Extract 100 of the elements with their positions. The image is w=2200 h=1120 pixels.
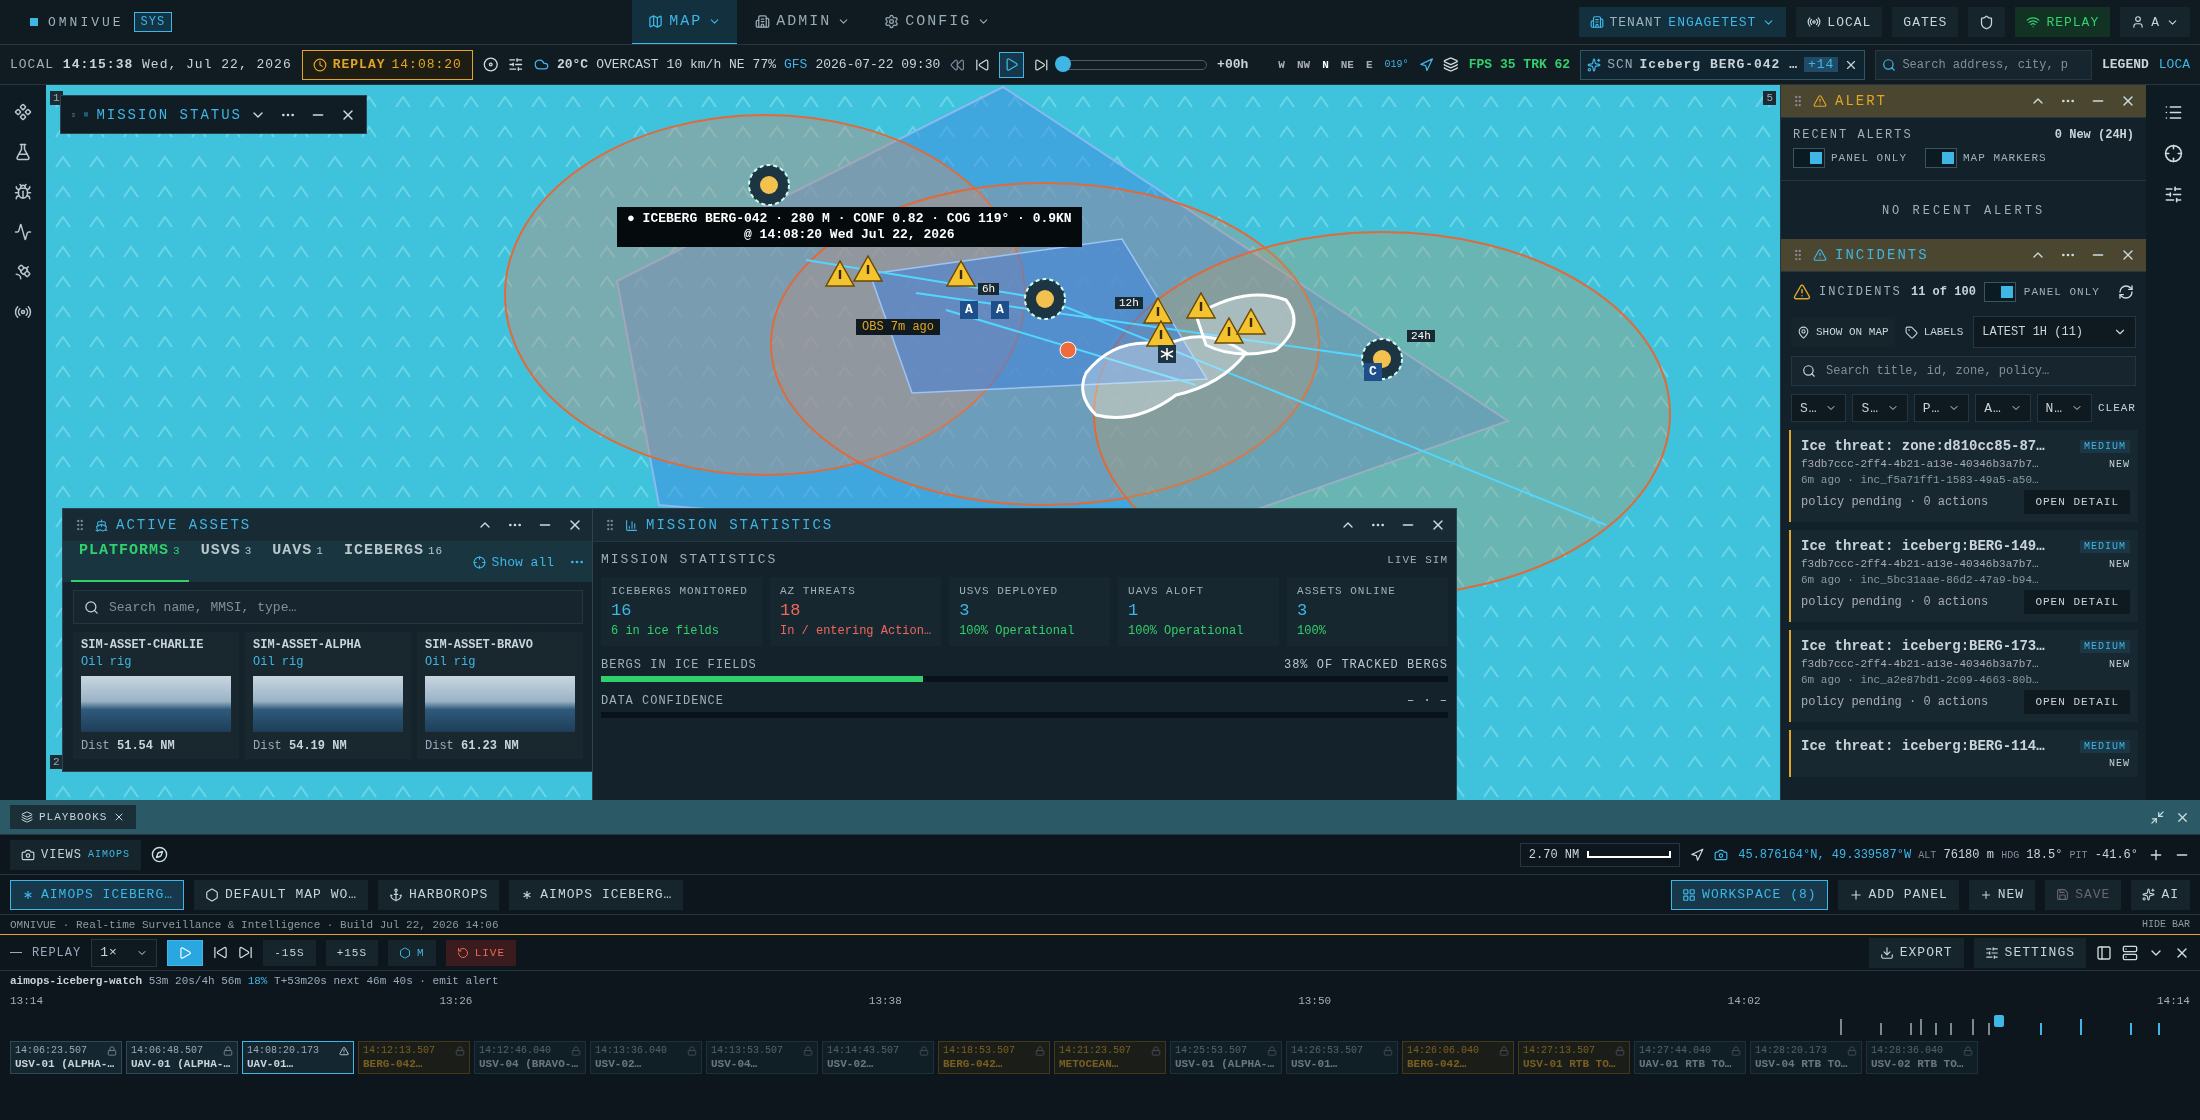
incident-search-field[interactable]: Search title, id, zone, policy… — [1824, 363, 2125, 379]
add-panel-button[interactable]: ADD PANEL — [1837, 879, 1959, 910]
workspace-tab[interactable]: DEFAULT MAP WO… — [194, 879, 369, 910]
speed-select[interactable]: 1× — [91, 938, 158, 967]
live-button[interactable]: LIVE — [445, 939, 517, 966]
ai-button[interactable]: AI — [2131, 879, 2190, 910]
asset-tab[interactable]: UAVS 1 — [264, 542, 332, 582]
compass-icon[interactable] — [151, 846, 169, 863]
show-all-button[interactable]: Show all — [461, 547, 565, 577]
replay-time-button[interactable]: REPLAY 14:08:20 — [301, 49, 473, 80]
asset-search-field[interactable]: Search name, MMSI, type… — [73, 590, 583, 624]
incident-search-field[interactable]: Search title, id, zone, policy… — [1791, 356, 2136, 386]
nav-tab[interactable]: CONFIG — [868, 0, 1007, 44]
gates-button[interactable]: GATES — [1892, 7, 1959, 37]
timeline-event[interactable]: 14:28:20.173 USV-04 RTB TO… — [1750, 1041, 1862, 1074]
refresh-icon[interactable] — [2118, 284, 2134, 300]
labels-button[interactable]: LABELS — [1898, 317, 1970, 347]
open-detail-button[interactable]: OPEN DETAIL — [2024, 690, 2130, 714]
timeline-event[interactable]: 14:28:36.040 USV-02 RTB TO… — [1866, 1041, 1978, 1074]
timeline-event[interactable]: 14:14:43.507 USV-02… — [822, 1041, 934, 1074]
forward-button[interactable]: +15S — [325, 939, 379, 966]
asset-card[interactable]: SIM-ASSET-BRAVO Oil rig Dist 61.23 NM — [417, 632, 583, 759]
toggle-switch[interactable] — [1983, 282, 2016, 302]
incident-card[interactable]: Ice threat: iceberg:BERG-149… MEDIUM f3db7ccc-2ff4-4b21-a13e-40346b3a7b7… NEW 6m ago · inc_5bc31aae-86d2-47a9-b94… policy pending · 0 actions OPEN DETAIL — [1789, 530, 2138, 622]
range-select[interactable]: LATEST 1H (11) — [1973, 316, 2136, 348]
timeline-event[interactable]: 14:13:36.040 USV-02… — [590, 1041, 702, 1074]
address-search-field[interactable]: Search address, city, p — [1900, 56, 2085, 73]
back-button[interactable]: -15S — [263, 939, 316, 966]
legend-button[interactable]: LEGEND — [2102, 57, 2149, 72]
toggle-switch[interactable] — [1793, 148, 1825, 168]
timeline-event[interactable]: 14:27:44.040 UAV-01 RTB TO… — [1634, 1041, 1746, 1074]
asset-label[interactable]: A — [960, 301, 978, 319]
open-detail-button[interactable]: OPEN DETAIL — [2024, 490, 2130, 514]
play-button[interactable] — [999, 51, 1025, 78]
clear-button[interactable]: CLEAR — [2097, 402, 2136, 414]
rewind-icon[interactable] — [950, 56, 965, 73]
tenant-button[interactable]: TENANT ENGAGETEST — [1578, 7, 1787, 37]
nav-tab[interactable]: MAP — [632, 0, 738, 44]
timeline-event[interactable]: 14:06:48.507 UAV-01 (ALPHA-… — [126, 1041, 238, 1074]
sliders-icon[interactable] — [2163, 185, 2183, 204]
filter-icon[interactable] — [508, 56, 524, 73]
workspace-button[interactable]: WORKSPACE (8) — [1671, 879, 1828, 910]
asset-tab[interactable]: PLATFORMS 3 — [71, 542, 189, 582]
asset-label[interactable]: C — [1364, 363, 1382, 381]
timeline-event[interactable]: 14:25:53.507 USV-01 (ALPHA-… — [1170, 1041, 1282, 1074]
play-button[interactable] — [167, 939, 204, 966]
asset-card[interactable]: SIM-ASSET-CHARLIE Oil rig Dist 51.54 NM — [73, 632, 239, 759]
asset-label[interactable]: A — [991, 301, 1009, 319]
radio-icon[interactable] — [14, 303, 32, 321]
asset-search-field[interactable]: Search name, MMSI, type… — [107, 598, 572, 616]
layout-icon[interactable] — [2122, 944, 2138, 961]
incident-card[interactable]: Ice threat: iceberg:BERG-114… MEDIUM NEW — [1789, 730, 2138, 777]
filter-select[interactable]: S… — [1852, 394, 1908, 422]
network-icon[interactable] — [14, 103, 32, 121]
incident-card[interactable]: Ice threat: iceberg:BERG-173… MEDIUM f3db7ccc-2ff4-4b21-a13e-40346b3a7b7… NEW 6m ago · inc_a2e87bd1-2c09-4663-80b… policy pending · 0 actions OPEN DETAIL — [1789, 630, 2138, 722]
workspace-tab[interactable]: AIMOPS ICEBERG… — [10, 879, 185, 910]
crosshair-icon[interactable] — [2163, 144, 2183, 163]
record-icon[interactable] — [482, 56, 499, 73]
hide-bar-button[interactable]: HIDE BAR — [2142, 919, 2190, 930]
timeline-event[interactable]: 14:12:46.040 USV-04 (BRAVO-… — [474, 1041, 586, 1074]
nav-tab[interactable]: ADMIN — [739, 0, 867, 44]
skip-back-icon[interactable] — [213, 945, 229, 960]
list-icon[interactable] — [2163, 103, 2183, 122]
asset-tab[interactable]: ICEBERGS 16 — [335, 542, 452, 582]
scene-chip[interactable]: SCN Iceberg BERG-042 … +14 — [1580, 49, 1866, 80]
open-detail-button[interactable]: OPEN DETAIL — [2024, 590, 2130, 614]
incident-card[interactable]: Ice threat: zone:d810cc85-87… MEDIUM f3db7ccc-2ff4-4b21-a13e-40346b3a7b7… NEW 6m ago · inc_f5a71ff1-1583-49a5-a50… policy pending · 0 actions OPEN DETAIL — [1789, 430, 2138, 522]
playhead-handle[interactable] — [1993, 1015, 2004, 1027]
playbooks-tab[interactable]: PLAYBOOKS — [10, 805, 137, 829]
skip-forward-icon[interactable] — [238, 945, 254, 960]
marker-button[interactable]: M — [388, 939, 436, 966]
replay-status-button[interactable]: REPLAY — [2015, 7, 2111, 37]
filter-select[interactable]: S… — [1791, 394, 1847, 422]
address-search-field[interactable]: Search address, city, p — [1875, 49, 2092, 80]
flask-icon[interactable] — [14, 143, 32, 161]
panel-icon[interactable] — [2096, 944, 2112, 961]
timeline-event[interactable]: 14:06:23.507 USV-01 (ALPHA-… — [10, 1041, 122, 1074]
filter-select[interactable]: A… — [1975, 394, 2031, 422]
timeline-event[interactable]: 14:26:53.507 USV-01… — [1286, 1041, 1398, 1074]
camera-icon[interactable] — [1714, 847, 1729, 862]
asset-card[interactable]: SIM-ASSET-ALPHA Oil rig Dist 54.19 NM — [245, 632, 411, 759]
settings-button[interactable]: SETTINGS — [1973, 937, 2086, 968]
export-button[interactable]: EXPORT — [1868, 937, 1964, 968]
timeline-event[interactable]: 14:08:20.173 UAV-01… — [242, 1041, 354, 1074]
skip-back-icon[interactable] — [974, 56, 990, 73]
workspace-tab[interactable]: AIMOPS ICEBERG… — [509, 879, 684, 910]
satellite-icon[interactable] — [14, 263, 32, 281]
cursor-icon[interactable] — [1690, 847, 1705, 862]
user-menu-button[interactable]: A — [2120, 7, 2190, 37]
filter-select[interactable]: N… — [2036, 394, 2092, 422]
local-button[interactable]: LOCA — [2158, 57, 2191, 72]
local-button[interactable]: LOCAL — [1796, 7, 1883, 37]
workspace-tab[interactable]: HARBOROPS — [378, 879, 500, 910]
bug-icon[interactable] — [14, 183, 32, 201]
timeline-event[interactable]: 14:13:53.507 USV-04… — [706, 1041, 818, 1074]
views-button[interactable]: VIEWS AIMOPS — [10, 839, 142, 870]
layers-icon[interactable] — [1443, 56, 1459, 73]
filter-select[interactable]: P… — [1913, 394, 1970, 422]
asset-tab[interactable]: USVS 3 — [192, 542, 261, 582]
toggle-switch[interactable] — [1925, 148, 1957, 168]
